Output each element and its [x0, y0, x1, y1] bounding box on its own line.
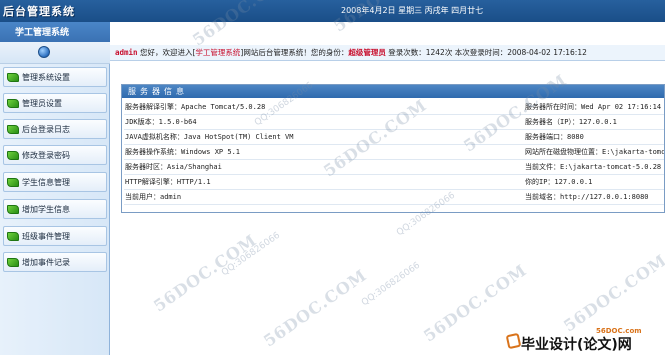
table-row: 服务器操作系统：Windows XP 5.1 网站所在磁盘物理位置：E:\jak…	[124, 145, 665, 160]
panel-title: 服务器信息	[122, 85, 664, 98]
info-cell: JAVA虚拟机名称：Java HotSpot(TM) Client VM	[125, 133, 294, 141]
user-role: 超级管理员	[348, 48, 386, 57]
info-cell: 当前用户：admin	[125, 193, 182, 201]
watermark: 56DOC.COM	[260, 265, 371, 351]
leaf-icon	[7, 204, 19, 214]
watermark: 56DOC.COM	[560, 250, 665, 336]
sidebar-menu: 管理系统设置 管理员设置 后台登录日志 修改登录密码 学生信息管理 增加学生信息…	[0, 64, 110, 355]
globe-icon	[38, 46, 50, 58]
welcome-text: ]网站后台管理系统！您的身份：	[240, 48, 349, 57]
sidebar-item-label: 增加学生信息	[22, 204, 70, 214]
sidebar-item-system-settings[interactable]: 管理系统设置	[3, 67, 107, 87]
info-cell: HTTP解译引擎：HTTP/1.1	[125, 178, 211, 186]
welcome-greeting: 您好，欢迎进入[	[139, 48, 196, 57]
info-cell: 当前域名：http://127.0.0.1:8080	[525, 193, 649, 201]
info-cell: 你的IP：127.0.0.1	[525, 178, 593, 186]
leaf-icon	[7, 124, 19, 134]
sidebar-item-login-log[interactable]: 后台登录日志	[3, 119, 107, 139]
info-cell: 服务器所在时间：Wed Apr 02 17:16:14 CST 2008	[525, 103, 664, 111]
sidebar-item-change-password[interactable]: 修改登录密码	[3, 145, 107, 165]
app-logo: 后台管理系统	[3, 5, 75, 18]
table-row: 当前用户：admin 当前域名：http://127.0.0.1:8080	[124, 190, 664, 205]
table-row: HTTP解译引擎：HTTP/1.1 你的IP：127.0.0.1	[124, 175, 664, 190]
system-name: 学工管理系统	[195, 48, 241, 57]
info-cell: 服务器时区：Asia/Shanghai	[125, 163, 222, 171]
info-cell: 服务器端口：8080	[525, 133, 584, 141]
leaf-icon	[7, 72, 19, 82]
table-row: JAVA虚拟机名称：Java HotSpot(TM) Client VM 服务器…	[124, 130, 664, 145]
info-cell: 当前文件：E:\jakarta-tomcat-5.0.28	[525, 163, 662, 171]
login-count: 登录次数：1242次	[388, 48, 453, 57]
last-login-time: 本次登录时间：2008-04-02 17:16:12	[454, 48, 587, 57]
leaf-icon	[7, 177, 19, 187]
sidebar-item-label: 增加事件记录	[22, 257, 70, 267]
table-row: 服务器解译引擎：Apache Tomcat/5.0.28 服务器所在时间：Wed…	[124, 100, 664, 115]
sidebar-item-add-event[interactable]: 增加事件记录	[3, 252, 107, 272]
sidebar-item-label: 管理系统设置	[22, 72, 70, 82]
sidebar-item-label: 班级事件管理	[22, 231, 70, 241]
info-cell: 网站所在磁盘物理位置：E:\jakarta-tomcat-5.0.28\weba…	[525, 148, 665, 156]
leaf-icon	[7, 98, 19, 108]
watermark: 56DOC.COM	[150, 230, 261, 316]
server-info-panel: 服务器信息 服务器解译引擎：Apache Tomcat/5.0.28 服务器所在…	[121, 84, 665, 213]
info-cell: JDK版本：1.5.0-b64	[125, 118, 197, 126]
sidebar-item-label: 修改登录密码	[22, 150, 70, 160]
table-row: 服务器时区：Asia/Shanghai 当前文件：E:\jakarta-tomc…	[124, 160, 664, 175]
sidebar-item-label: 学生信息管理	[22, 177, 70, 187]
sidebar-header: 学工管理系统	[0, 22, 110, 42]
info-cell: 服务器解译引擎：Apache Tomcat/5.0.28	[125, 103, 266, 111]
top-bar: 后台管理系统 2008年4月2日 星期三 丙戌年 四月廿七	[0, 0, 665, 22]
sidebar-item-label: 管理员设置	[22, 98, 62, 108]
welcome-bar: admin 您好，欢迎进入[学工管理系统]网站后台管理系统！您的身份：超级管理员…	[110, 45, 665, 61]
sidebar-item-student-info[interactable]: 学生信息管理	[3, 172, 107, 192]
sidebar-banner	[0, 42, 110, 64]
watermark-qq: QQ:306826066	[360, 260, 423, 309]
brand-name: 毕业设计(论文)网	[521, 337, 632, 353]
info-cell: 服务器名（IP）：127.0.0.1	[525, 118, 617, 126]
leaf-icon	[7, 257, 19, 267]
date-display: 2008年4月2日 星期三 丙戌年 四月廿七	[341, 6, 484, 15]
leaf-icon	[7, 231, 19, 241]
table-row: JDK版本：1.5.0-b64 服务器名（IP）：127.0.0.1	[124, 115, 664, 130]
sidebar-item-label: 后台登录日志	[22, 124, 70, 134]
sidebar-item-admin-settings[interactable]: 管理员设置	[3, 93, 107, 113]
sidebar-item-class-events[interactable]: 班级事件管理	[3, 226, 107, 246]
brand-logo-icon	[505, 332, 522, 350]
sidebar-item-add-student[interactable]: 增加学生信息	[3, 199, 107, 219]
info-cell: 服务器操作系统：Windows XP 5.1	[125, 148, 241, 156]
leaf-icon	[7, 150, 19, 160]
watermark-qq: QQ:306826066	[220, 230, 283, 279]
current-username: admin	[115, 48, 138, 57]
sidebar-title: 学工管理系统	[15, 28, 70, 38]
